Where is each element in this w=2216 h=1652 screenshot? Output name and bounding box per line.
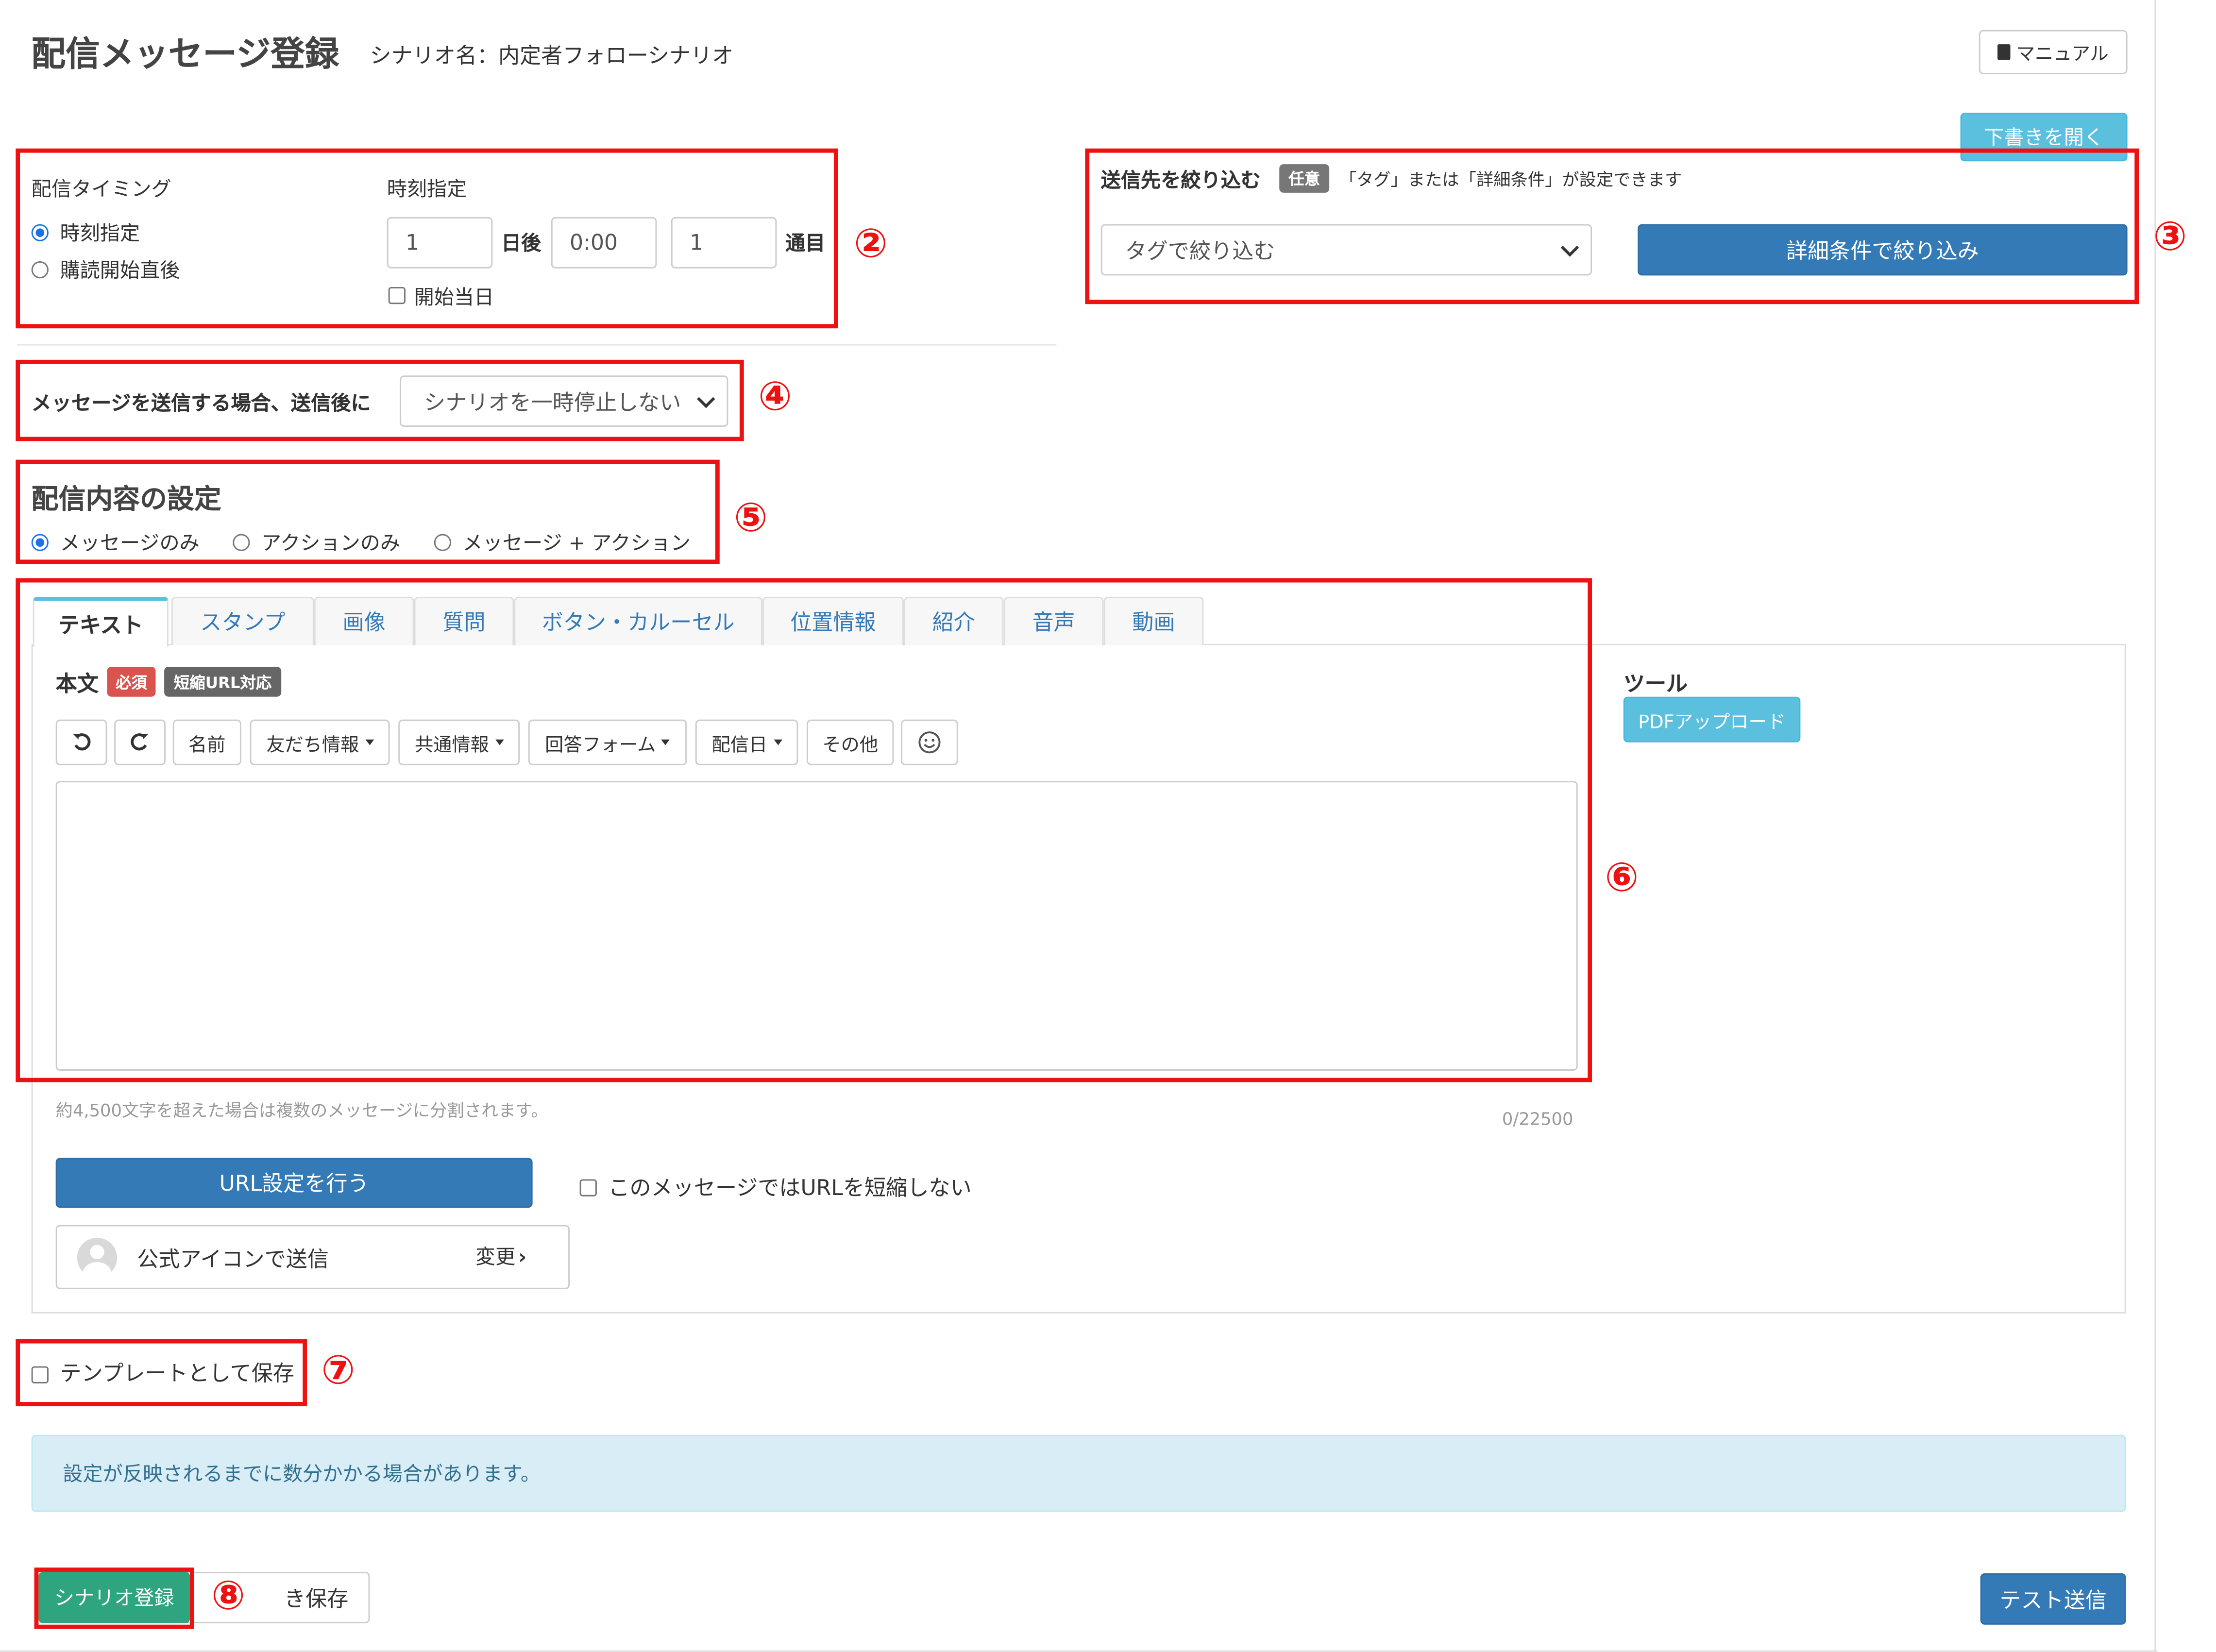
timing-option-immediate: 購読開始直後 [60,260,180,283]
chevron-right-icon: › [518,1246,527,1269]
callout-2: ② [854,219,888,267]
time-input[interactable]: 0:00 [551,217,657,269]
optional-badge: 任意 [1279,164,1330,193]
detail-filter-button[interactable]: 詳細条件で絞り込み [1638,224,2128,276]
callout-box-editor [16,578,1592,1082]
callout-6: ⑥ [1605,854,1639,901]
manual-button[interactable]: マニュアル [1979,30,2128,74]
template-label: テンプレートとして保存 [60,1360,294,1386]
test-send-button[interactable]: テスト送信 [1980,1573,2126,1625]
book-icon [1997,44,2011,60]
template-checkbox[interactable] [31,1366,49,1383]
start-day-label: 開始当日 [414,287,494,310]
count-suffix: 通目 [785,233,826,256]
content-radio-action[interactable] [233,534,250,551]
content-option-message: メッセージのみ [60,532,200,556]
timing-label: 配信タイミング [31,178,171,202]
avatar [77,1237,118,1278]
tag-filter-select[interactable]: タグで絞り込む [1100,224,1592,276]
avatar-head [90,1245,104,1260]
content-heading: 配信内容の設定 [31,484,221,516]
divider [17,344,1057,346]
no-shorten-label: このメッセージではURLを短縮しない [608,1175,972,1201]
time-spec-label: 時刻指定 [387,178,467,202]
after-send-select[interactable]: シナリオを一時停止しない [400,375,728,427]
content-radio-message[interactable] [31,534,49,551]
sender-label: 公式アイコンで送信 [137,1246,329,1272]
after-send-label: メッセージを送信する場合、送信後に [31,392,371,416]
start-day-checkbox[interactable] [388,287,406,304]
days-input[interactable]: 1 [387,217,493,269]
timing-radio-immediate[interactable] [31,261,49,279]
save-draft-button[interactable]: き保存 [171,1571,370,1623]
callout-box-register [34,1568,194,1629]
split-note: 約4,500文字を超えた場合は複数のメッセージに分割されます。 [55,1100,548,1121]
pdf-upload-button[interactable]: PDFアップロード [1623,696,1801,742]
callout-4: ④ [758,372,792,420]
page-bottom-border [0,1650,2158,1652]
avatar-body [83,1262,112,1278]
callout-3: ③ [2153,213,2187,260]
count-input[interactable]: 1 [671,217,777,269]
content-option-both: メッセージ + アクション [462,532,691,556]
timing-radio-time[interactable] [31,224,49,241]
notice-text: 設定が反映されるまでに数分かかる場合があります。 [63,1463,541,1486]
timing-option-time: 時刻指定 [60,222,140,246]
content-option-action: アクションのみ [261,532,401,556]
sender-selector[interactable]: 公式アイコンで送信 変更 › [55,1225,570,1289]
days-suffix: 日後 [501,233,541,256]
url-settings-button[interactable]: URL設定を行う [55,1158,533,1208]
page-title: 配信メッセージ登録 [31,34,339,74]
scenario-name: シナリオ名：内定者フォローシナリオ [370,43,734,69]
callout-8: ⑧ [211,1571,245,1619]
filter-label: 送信先を絞り込む [1100,169,1261,193]
char-counter: 0/22500 [1502,1109,1573,1129]
callout-5: ⑤ [734,494,768,541]
filter-hint: 「タグ」または「詳細条件」が設定できます [1339,169,1682,190]
tools-label: ツール [1623,671,1688,697]
change-sender-link[interactable]: 変更 › [475,1242,526,1271]
no-shorten-checkbox[interactable] [579,1179,597,1197]
page: 配信メッセージ登録 シナリオ名：内定者フォローシナリオ マニュアル 下書きを開く… [0,0,2216,1652]
notice-alert: 設定が反映されるまでに数分かかる場合があります。 [31,1434,2126,1512]
callout-7: ⑦ [321,1346,355,1394]
content-radio-both[interactable] [434,534,452,551]
